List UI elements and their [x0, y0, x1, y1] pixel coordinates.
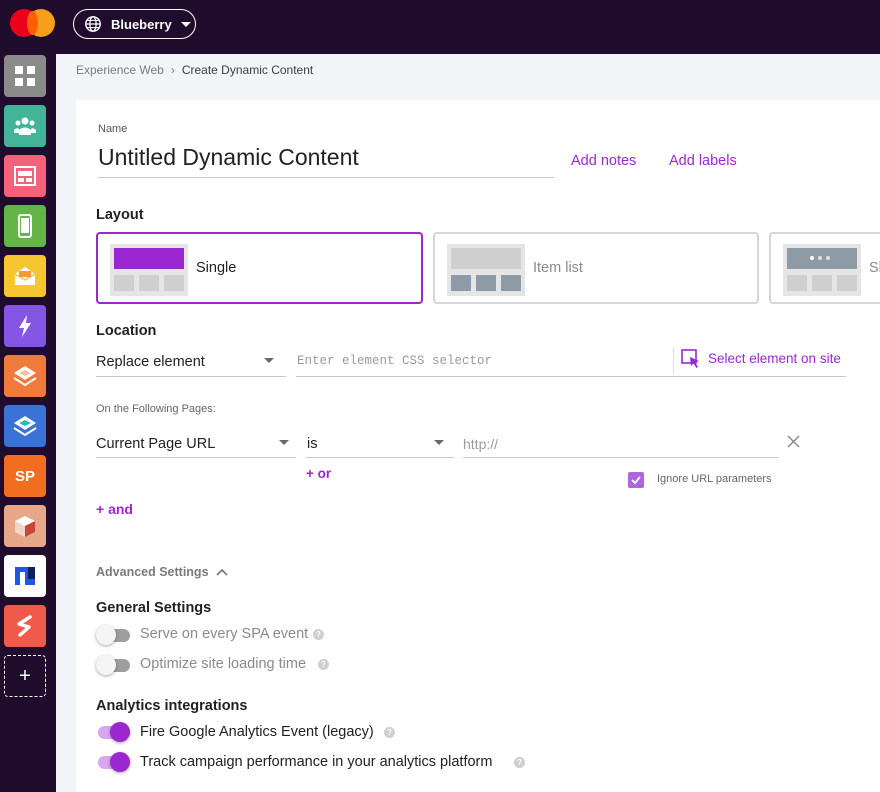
- logo-overlap: [27, 11, 38, 35]
- chevron-down-icon: [264, 358, 274, 363]
- advanced-settings-toggle[interactable]: Advanced Settings: [96, 565, 228, 579]
- help-icon[interactable]: ?: [318, 659, 329, 670]
- name-field[interactable]: Untitled Dynamic Content: [98, 144, 554, 178]
- name-label: Name: [98, 123, 128, 135]
- layers-orange-icon[interactable]: [4, 355, 46, 397]
- ignore-url-params-label: Ignore URL parameters: [657, 473, 772, 485]
- layers-blue-icon[interactable]: [4, 405, 46, 447]
- optimize-loading-label: Optimize site loading time: [140, 656, 307, 672]
- help-icon[interactable]: ?: [384, 727, 395, 738]
- layout-option-label: Sl: [869, 260, 880, 276]
- advanced-settings-label: Advanced Settings: [96, 565, 209, 579]
- close-icon[interactable]: [787, 435, 800, 448]
- spa-event-toggle[interactable]: [96, 625, 130, 645]
- globe-icon: [85, 16, 101, 32]
- sp-icon[interactable]: SP: [4, 455, 46, 497]
- item-list-layout-thumbnail: [447, 244, 525, 296]
- n-logo-icon[interactable]: [4, 555, 46, 597]
- help-icon[interactable]: ?: [313, 629, 324, 640]
- pages-label: On the Following Pages:: [96, 403, 216, 415]
- page-condition-operator-value: is: [307, 436, 318, 452]
- add-app-button[interactable]: +: [4, 655, 46, 697]
- add-labels-link[interactable]: Add labels: [669, 153, 737, 169]
- page-condition-field-value: Current Page URL: [96, 436, 216, 452]
- breadcrumb-parent[interactable]: Experience Web: [76, 63, 164, 77]
- layout-option-single[interactable]: Single: [96, 232, 423, 304]
- layout-option-item-list[interactable]: Item list: [433, 232, 759, 304]
- add-or-condition-link[interactable]: + or: [306, 466, 331, 481]
- slider-layout-thumbnail: [783, 244, 861, 296]
- layout-title: Layout: [96, 207, 144, 223]
- dashboard-grid-icon[interactable]: [4, 55, 46, 97]
- campaign-tracking-label: Track campaign performance in your analy…: [140, 754, 493, 770]
- spa-event-label: Serve on every SPA event: [140, 626, 309, 642]
- add-notes-link[interactable]: Add notes: [571, 153, 636, 169]
- chevron-down-icon: [434, 440, 444, 445]
- app-sidebar: SP +: [0, 54, 56, 792]
- add-and-condition-link[interactable]: + and: [96, 501, 133, 517]
- add-icon: +: [19, 664, 31, 687]
- site-name: Blueberry: [111, 16, 172, 32]
- ignore-url-params-checkbox[interactable]: [628, 472, 644, 488]
- breadcrumb-current: Create Dynamic Content: [181, 63, 314, 77]
- google-analytics-label: Fire Google Analytics Event (legacy): [140, 724, 374, 740]
- page-condition-operator-select[interactable]: [306, 430, 454, 458]
- google-analytics-toggle[interactable]: [96, 722, 130, 742]
- single-layout-thumbnail: [110, 244, 188, 296]
- site-selector[interactable]: Blueberry: [73, 9, 196, 39]
- chevron-up-icon: [215, 568, 228, 576]
- analytics-title: Analytics integrations: [96, 698, 248, 714]
- divider: [673, 348, 674, 374]
- breadcrumb: Experience Web › Create Dynamic Content: [76, 63, 313, 77]
- checkmark-icon: [631, 476, 641, 485]
- mobile-icon[interactable]: [4, 205, 46, 247]
- select-element-link[interactable]: Select element on site: [708, 351, 841, 366]
- s-logo-icon[interactable]: [4, 605, 46, 647]
- css-selector-placeholder: Enter element CSS selector: [297, 354, 493, 368]
- optimize-loading-toggle[interactable]: [96, 655, 130, 675]
- location-mode-value: Replace element: [96, 354, 205, 370]
- url-input[interactable]: [463, 430, 779, 458]
- cube-icon[interactable]: [4, 505, 46, 547]
- chevron-down-icon: [180, 21, 191, 27]
- help-icon[interactable]: ?: [514, 757, 525, 768]
- location-title: Location: [96, 323, 157, 339]
- web-layout-icon[interactable]: [4, 155, 46, 197]
- select-cursor-icon[interactable]: [681, 349, 701, 369]
- general-settings-title: General Settings: [96, 600, 212, 616]
- layout-option-label: Single: [196, 260, 237, 276]
- mastercard-logo[interactable]: [10, 9, 58, 37]
- url-placeholder: http://: [463, 436, 499, 452]
- chevron-down-icon: [279, 440, 289, 445]
- campaign-tracking-toggle[interactable]: [96, 752, 130, 772]
- layout-option-label: Item list: [533, 260, 583, 276]
- audience-icon[interactable]: [4, 105, 46, 147]
- bolt-icon[interactable]: [4, 305, 46, 347]
- top-bar: Blueberry: [0, 0, 880, 54]
- breadcrumb-separator: ›: [170, 63, 175, 77]
- email-icon[interactable]: [4, 255, 46, 297]
- sp-label: SP: [14, 467, 35, 485]
- layout-option-slider[interactable]: Sl: [769, 232, 880, 304]
